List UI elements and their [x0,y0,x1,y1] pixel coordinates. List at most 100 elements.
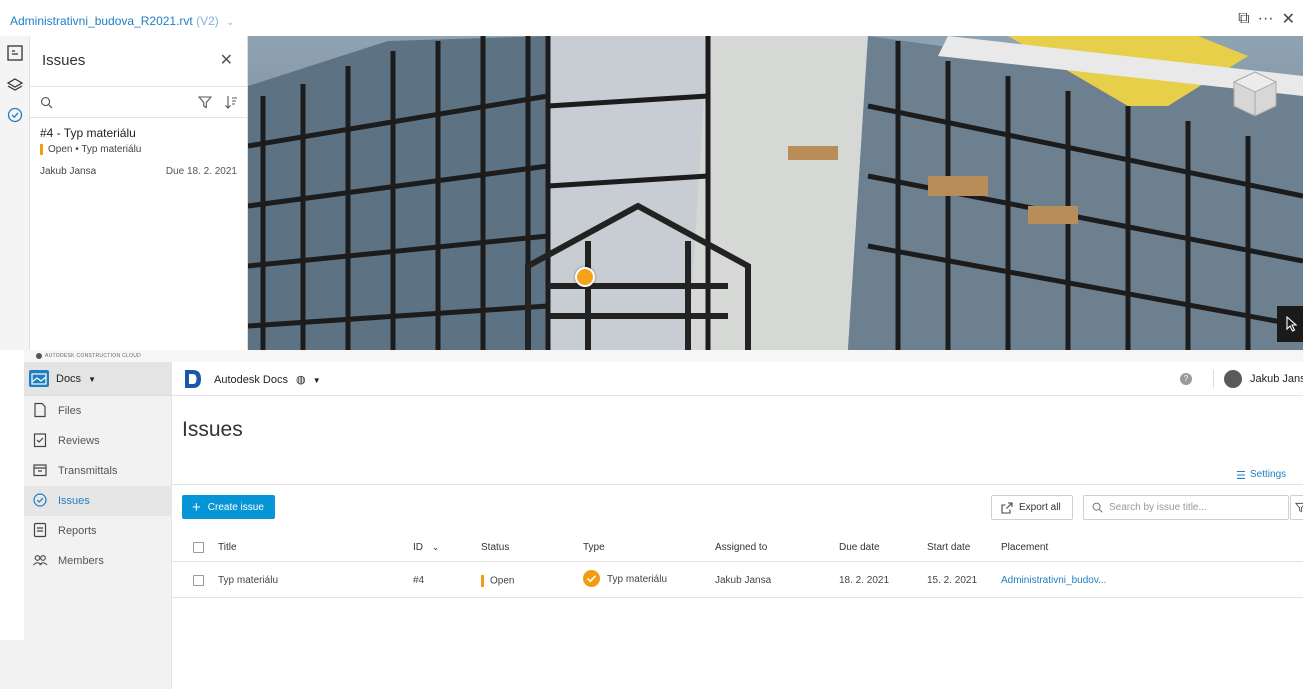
share-icon[interactable]: ⧉ [1238,10,1249,28]
avatar[interactable] [1224,370,1242,388]
close-icon[interactable]: ✕ [1282,9,1295,29]
building-model [248,36,1303,350]
issue-pin[interactable] [575,267,595,287]
nav-item-issues[interactable]: Issues [24,486,172,516]
create-issue-button[interactable]: + Create issue [182,495,275,519]
help-icon[interactable]: ? [1180,373,1192,385]
table-row[interactable]: Typ materiálu #4 Open Typ materiálu Jaku… [172,563,1303,598]
module-switcher-label: Docs ▼ [56,373,96,385]
nav-item-label: Transmittals [58,465,118,477]
nav-item-label: Files [58,405,82,417]
nav-item-files[interactable]: Files [24,396,172,426]
nav-item-label: Reviews [58,435,100,447]
column-due-date[interactable]: Due date [839,542,880,553]
product-name: Autodesk Docs [214,374,288,386]
sheet-icon[interactable] [6,44,24,62]
layers-icon[interactable] [6,76,24,94]
issue-card-due: Due 18. 2. 2021 [165,166,237,177]
search-placeholder: Search by issue title... [1109,502,1207,513]
more-icon[interactable]: ··· [1258,10,1274,28]
row-status-text: Open [490,575,515,587]
docs-sidebar: Docs ▼ Files Reviews Transmittals Issues… [24,362,172,689]
issue-card-assignee: Jakub Jansa [40,166,97,177]
chevron-down-icon[interactable]: ⌄ [226,17,234,28]
select-all-checkbox[interactable] [193,542,204,553]
row-type-text: Typ materiálu [607,574,668,586]
search-icon [1092,502,1103,513]
divider [172,484,1303,485]
window-controls: ⧉ ··· ✕ [1238,9,1295,29]
issue-card-status-text: Open • Typ materiálu [48,144,142,155]
page-title: Issues [182,418,243,441]
filter-button[interactable] [1290,495,1303,520]
module-switcher[interactable]: Docs ▼ [24,362,172,396]
filter-icon[interactable] [198,95,212,109]
docs-module-icon [29,370,49,387]
acc-logo-icon [36,352,42,359]
pointer-tool-button[interactable] [1277,306,1303,342]
file-title[interactable]: Administrativni_budova_R2021.rvt (V2) ⌄ [10,14,235,28]
row-title[interactable]: Typ materiálu [218,575,278,586]
check-icon [583,570,600,587]
row-id: #4 [413,575,425,586]
model-viewer[interactable] [248,36,1303,350]
issues-panel: Issues ✕ #4 - Typ materiálu Open • Typ m… [30,36,248,350]
nav-item-transmittals[interactable]: Transmittals [24,456,172,486]
chevron-down-icon: ⌄ [431,542,440,552]
cursor-icon [1286,316,1298,332]
row-checkbox[interactable] [193,575,204,586]
row-placement-link[interactable]: Administrativni_budov... [1001,575,1106,586]
status-indicator [481,575,484,587]
panel-search-row [30,86,248,118]
close-icon[interactable]: ✕ [220,50,233,70]
docs-logo-icon [185,370,201,388]
export-all-button[interactable]: Export all [991,495,1073,520]
product-switcher[interactable]: Autodesk Docs ◍ ▼ [214,373,321,386]
column-status[interactable]: Status [481,542,509,553]
members-icon [33,555,48,566]
row-assigned-to: Jakub Jansa [715,575,772,586]
nav-item-reports[interactable]: Reports [24,516,172,546]
reports-icon [33,522,47,538]
left-footer [0,640,24,689]
user-name[interactable]: Jakub Jansa [1250,373,1303,385]
column-assigned-to[interactable]: Assigned to [715,542,767,553]
row-type: Typ materiálu [583,570,668,588]
transmittals-icon [33,464,47,477]
column-start-date[interactable]: Start date [927,542,970,553]
settings-icon[interactable]: ☰ [1236,469,1246,482]
file-version: (V2) [196,14,219,28]
file-icon [34,402,46,418]
row-due-date: 18. 2. 2021 [839,575,890,586]
status-indicator [40,144,43,155]
issue-card-title[interactable]: #4 - Typ materiálu [40,126,136,140]
caret-down-icon: ▼ [88,375,97,384]
nav-item-label: Issues [58,495,90,507]
brand-strip-text: AUTODESK CONSTRUCTION CLOUD [45,353,142,359]
product-header: Autodesk Docs ◍ ▼ ? Jakub Jansa [172,362,1303,396]
column-placement[interactable]: Placement [1001,542,1048,553]
filter-icon [1295,502,1303,513]
issue-search-input[interactable]: Search by issue title... [1083,495,1289,520]
viewcube-icon[interactable] [1230,68,1280,120]
issues-icon [33,493,47,507]
column-id[interactable]: ID ⌄ [413,542,439,553]
column-type[interactable]: Type [583,542,605,553]
row-start-date: 15. 2. 2021 [927,575,978,586]
globe-icon: ◍ [296,374,306,386]
issue-card-status: Open • Typ materiálu [40,144,141,155]
brand-strip: AUTODESK CONSTRUCTION CLOUD [24,350,1303,362]
search-icon[interactable] [40,96,53,109]
nav-item-reviews[interactable]: Reviews [24,426,172,456]
export-all-label: Export all [1019,502,1061,513]
table-header: Title ID ⌄ Status Type Assigned to Due d… [172,532,1303,562]
issues-check-icon[interactable] [6,106,24,124]
sort-icon[interactable] [224,95,238,109]
nav-item-members[interactable]: Members [24,546,172,576]
settings-link[interactable]: Settings [1250,469,1286,480]
nav-item-label: Members [58,555,104,567]
column-title[interactable]: Title [218,542,237,553]
viewer-rail [0,36,30,350]
create-issue-label: Create issue [207,501,264,513]
file-name: Administrativni_budova_R2021.rvt [10,14,193,28]
